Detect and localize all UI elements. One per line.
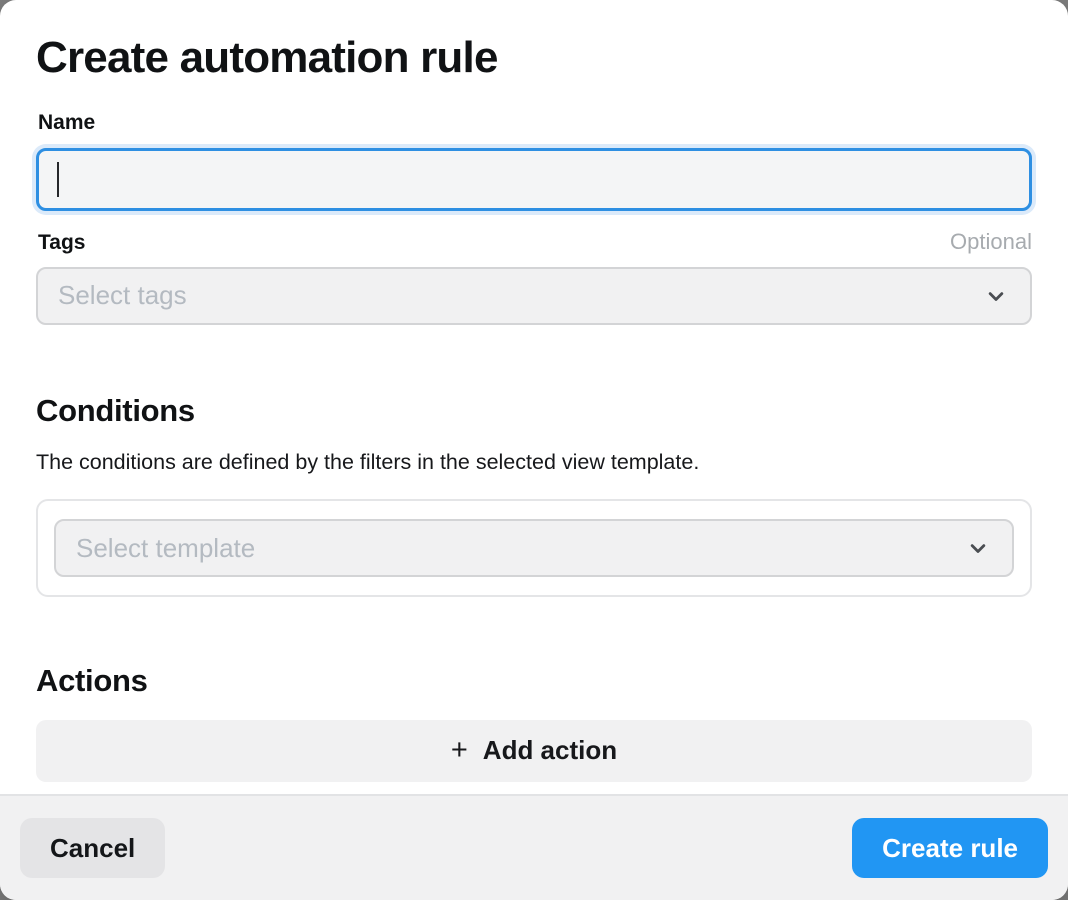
template-select[interactable]: Select template <box>54 519 1014 577</box>
tags-field-label: Tags <box>38 230 85 255</box>
conditions-heading: Conditions <box>36 393 1032 429</box>
dialog-footer: Cancel Create rule <box>0 794 1068 900</box>
tags-optional-badge: Optional <box>950 229 1032 255</box>
conditions-panel: Select template <box>36 499 1032 597</box>
add-action-button[interactable]: + Add action <box>36 720 1032 782</box>
name-field-label: Name <box>38 110 1032 135</box>
cancel-button[interactable]: Cancel <box>20 818 165 878</box>
tags-select-placeholder: Select tags <box>58 280 187 311</box>
conditions-description: The conditions are defined by the filter… <box>36 449 1032 477</box>
name-input-wrap <box>36 148 1032 211</box>
name-input[interactable] <box>36 148 1032 211</box>
tags-label-row: Tags Optional <box>36 229 1032 255</box>
chevron-down-icon <box>964 534 992 562</box>
chevron-down-icon <box>982 282 1010 310</box>
dialog-title: Create automation rule <box>36 34 1032 82</box>
create-automation-rule-dialog: Create automation rule Name Tags Optiona… <box>0 0 1068 900</box>
tags-select[interactable]: Select tags <box>36 267 1032 325</box>
template-select-placeholder: Select template <box>76 533 255 564</box>
create-rule-button[interactable]: Create rule <box>852 818 1048 878</box>
dialog-body: Create automation rule Name Tags Optiona… <box>0 0 1068 794</box>
plus-icon: + <box>451 736 468 765</box>
text-caret <box>57 162 59 197</box>
actions-heading: Actions <box>36 663 1032 699</box>
add-action-label: Add action <box>483 735 617 766</box>
